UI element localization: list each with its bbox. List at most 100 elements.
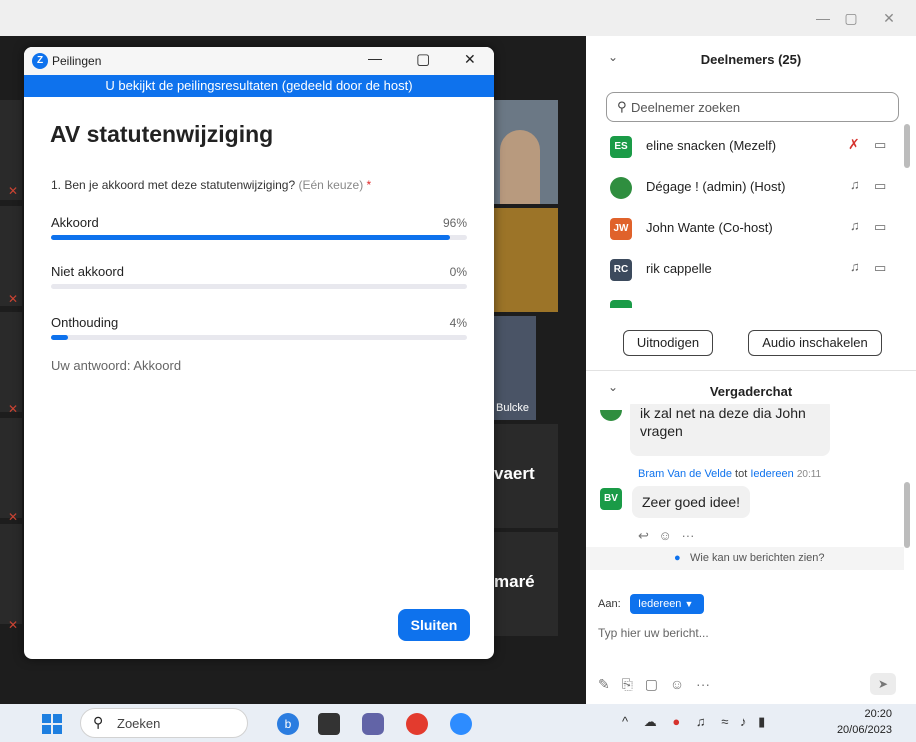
video-off-icon[interactable]: ▭ [874, 137, 886, 153]
option-label: Onthouding [51, 315, 119, 330]
poll-window-title: Peilingen [52, 54, 102, 68]
chevron-up-icon[interactable]: ^ [622, 714, 628, 729]
divider [586, 370, 916, 371]
video-tile [0, 206, 22, 306]
chat-input[interactable]: Typ hier uw bericht... [598, 626, 709, 640]
windows-start-icon[interactable] [42, 714, 62, 734]
option-percent: 0% [449, 265, 467, 279]
video-tile: maré [494, 532, 558, 636]
search-icon: ⚲ [617, 99, 627, 114]
option-bar [51, 335, 467, 340]
video-tile [0, 524, 22, 624]
mic-icon[interactable]: ♫ [850, 259, 860, 274]
wifi-icon[interactable]: ≈ [721, 714, 728, 729]
poll-question: 1. Ben je akkoord met deze statutenwijzi… [51, 178, 371, 192]
minimize-button[interactable]: — [808, 6, 838, 30]
avatar: RC [610, 259, 632, 281]
system-tray: ^ ☁ ● ♫ ≈ ♪ ▮ [622, 714, 765, 730]
volume-icon[interactable]: ♪ [740, 714, 747, 729]
window-titlebar: — ▢ ✕ [0, 0, 916, 36]
chrome-icon[interactable] [406, 713, 428, 735]
option-bar-fill [51, 235, 451, 240]
video-off-icon[interactable]: ▭ [874, 219, 886, 235]
chat-scrollbar[interactable] [904, 482, 910, 548]
participant-row[interactable]: ES eline snacken (Mezelf) ✗ ▭ [610, 134, 910, 170]
taskbar-search[interactable]: ⚲ Zoeken b [80, 708, 299, 738]
tile-name: vaert [494, 464, 535, 483]
poll-banner: U bekijkt de peilingsresultaten (gedeeld… [24, 75, 494, 97]
meeting-icon[interactable]: ● [672, 714, 680, 729]
avatar: BV [600, 488, 622, 510]
visibility-link[interactable]: Wie kan uw berichten zien? [690, 552, 825, 564]
chat-to-target: Iedereen [750, 468, 794, 480]
chat-time: 20:11 [796, 469, 822, 480]
poll-close-button[interactable]: ✕ [464, 51, 476, 68]
poll-titlebar: Z Peilingen — ▢ ✕ [24, 47, 494, 75]
task-view-icon[interactable] [318, 713, 340, 735]
poll-window: Z Peilingen — ▢ ✕ U bekijkt de peilingsr… [24, 47, 494, 659]
video-tile [0, 418, 22, 518]
taskbar-clock[interactable]: 20:20 20/06/2023 [820, 706, 892, 738]
chat-message-bubble: Zeer goed idee! [632, 486, 751, 518]
participant-row[interactable]: Dégage ! (admin) (Host) ♫ ▭ [610, 175, 910, 211]
muted-icon: ✕ [8, 510, 19, 524]
close-poll-button[interactable]: Sluiten [398, 609, 470, 641]
tile-name: Bulcke [496, 402, 530, 414]
search-icon: ⚲ [93, 714, 104, 730]
participant-search-input[interactable]: Deelnemer zoeken [631, 100, 740, 115]
participants-scrollbar[interactable] [904, 124, 910, 168]
avatar: ES [610, 136, 632, 158]
chat-message-meta: Bram Van de Velde tot Iedereen 20:11 [638, 468, 821, 480]
mic-icon[interactable]: ♫ [850, 218, 860, 233]
recipient-value: Iedereen [638, 598, 682, 610]
video-off-icon[interactable]: ▭ [874, 178, 886, 194]
zoom-icon[interactable] [450, 713, 472, 735]
send-button[interactable]: ➤ [870, 673, 896, 695]
participant-name: eline snacken (Mezelf) [646, 138, 777, 153]
to-label: Aan: [598, 598, 621, 610]
participants-header: Deelnemers (25) [700, 52, 802, 67]
video-tile [0, 312, 22, 412]
question-text: 1. Ben je akkoord met deze statutenwijzi… [51, 178, 296, 192]
reply-icon[interactable]: ↩ [638, 528, 649, 543]
chat-sender[interactable]: Bram Van de Velde [638, 468, 732, 480]
participant-row[interactable]: JW John Wante (Co-host) ♫ ▭ [610, 216, 910, 252]
maximize-button[interactable]: ▢ [836, 6, 866, 30]
muted-icon: ✕ [8, 618, 19, 632]
onedrive-icon[interactable]: ☁ [644, 714, 657, 729]
avatar: JW [610, 218, 632, 240]
video-tile: vaert [494, 424, 558, 528]
participant-row[interactable]: RC rik cappelle ♫ ▭ [610, 257, 910, 293]
microphone-icon[interactable]: ♫ [696, 714, 706, 729]
video-off-icon[interactable]: ▭ [874, 260, 886, 276]
tile-name: maré [494, 572, 535, 591]
participant-search[interactable]: ⚲ Deelnemer zoeken [606, 92, 899, 122]
battery-icon[interactable]: ▮ [758, 714, 765, 729]
screenshot-icon[interactable]: ⎘ [622, 676, 633, 692]
add-reaction-icon[interactable]: ☺ [659, 528, 672, 543]
more-options-icon[interactable]: ··· [681, 528, 694, 543]
mic-icon[interactable]: ♫ [850, 177, 860, 192]
participant-video [500, 130, 540, 204]
enable-audio-button[interactable]: Audio inschakelen [748, 330, 882, 356]
mic-muted-icon[interactable]: ✗ [848, 136, 860, 153]
bing-icon[interactable]: b [277, 713, 299, 735]
video-tile [494, 208, 558, 312]
invite-button[interactable]: Uitnodigen [623, 330, 713, 356]
option-bar [51, 235, 467, 240]
poll-minimize-button[interactable]: — [368, 50, 382, 66]
emoji-icon[interactable]: ☺ [670, 676, 684, 692]
poll-maximize-button[interactable]: ▢ [416, 50, 430, 68]
teams-icon[interactable] [362, 713, 384, 735]
poll-title: AV statutenwijziging [50, 121, 274, 147]
muted-icon: ✕ [8, 184, 19, 198]
file-icon[interactable]: ▢ [645, 676, 658, 692]
more-icon[interactable]: ··· [696, 676, 710, 692]
recipient-select[interactable]: Iedereen ▼ [630, 594, 704, 614]
avatar [610, 300, 632, 308]
close-window-button[interactable]: ✕ [874, 6, 904, 30]
chat-messages: ik zal net na deze dia John vragen Bram … [586, 404, 916, 570]
option-percent: 4% [449, 316, 467, 330]
chevron-down-icon: ▼ [684, 599, 694, 609]
format-icon[interactable]: ✎ [598, 676, 610, 692]
